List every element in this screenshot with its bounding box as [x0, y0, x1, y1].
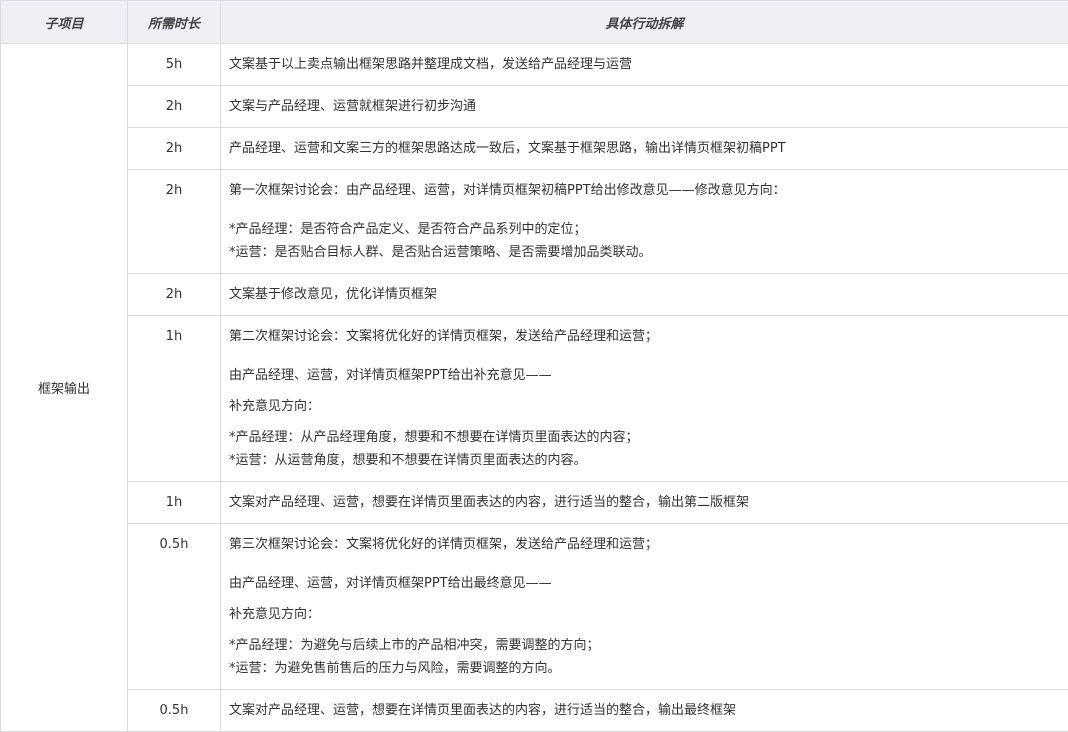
- action-cell: 产品经理、运营和文案三方的框架思路达成一致后，文案基于框架思路，输出详情页框架初…: [221, 128, 1068, 170]
- header-action: 具体行动拆解: [221, 1, 1068, 44]
- action-line: 由产品经理、运营，对详情页框架PPT给出补充意见——: [229, 360, 1068, 391]
- action-line: 第一次框架讨论会：由产品经理、运营，对详情页框架初稿PPT给出修改意见——修改意…: [229, 183, 1068, 199]
- table-row: 1h 文案对产品经理、运营，想要在详情页里面表达的内容，进行适当的整合，输出第二版…: [1, 482, 1068, 524]
- duration-cell: 2h: [128, 170, 221, 274]
- action-line: 补充意见方向：: [229, 391, 1068, 422]
- table-body: 框架输出5h 文案基于以上卖点输出框架思路并整理成文档，发送给产品经理与运营 2h 文…: [1, 44, 1068, 732]
- action-line: *产品经理：从产品经理角度，想要和不想要在详情页里面表达的内容；: [229, 422, 1068, 453]
- action-line: *运营：为避免售前售后的压力与风险，需要调整的方向。: [229, 661, 1068, 677]
- header-duration: 所需时长: [128, 1, 221, 44]
- table-row: 2h 文案基于修改意见，优化详情页框架: [1, 274, 1068, 316]
- action-cell: 文案基于以上卖点输出框架思路并整理成文档，发送给产品经理与运营: [221, 44, 1068, 86]
- table-row: 2h 文案与产品经理、运营就框架进行初步沟通: [1, 86, 1068, 128]
- action-cell: 文案基于修改意见，优化详情页框架: [221, 274, 1068, 316]
- action-line: *运营：是否贴合目标人群、是否贴合运营策略、是否需要增加品类联动。: [229, 245, 1068, 261]
- action-line: 补充意见方向：: [229, 599, 1068, 630]
- table-row: 2h 第一次框架讨论会：由产品经理、运营，对详情页框架初稿PPT给出修改意见——修…: [1, 170, 1068, 274]
- action-cell: 第一次框架讨论会：由产品经理、运营，对详情页框架初稿PPT给出修改意见——修改意…: [221, 170, 1068, 274]
- action-line: 文案对产品经理、运营，想要在详情页里面表达的内容，进行适当的整合，输出最终框架: [229, 703, 1068, 719]
- action-cell: 文案对产品经理、运营，想要在详情页里面表达的内容，进行适当的整合，输出第二版框架: [221, 482, 1068, 524]
- action-line: *产品经理：是否符合产品定义、是否符合产品系列中的定位；: [229, 214, 1068, 245]
- action-line: *产品经理：为避免与后续上市的产品相冲突，需要调整的方向；: [229, 630, 1068, 661]
- table-row: 2h 产品经理、运营和文案三方的框架思路达成一致后，文案基于框架思路，输出详情页框…: [1, 128, 1068, 170]
- action-cell: 文案与产品经理、运营就框架进行初步沟通: [221, 86, 1068, 128]
- duration-cell: 0.5h: [128, 524, 221, 690]
- duration-cell: 2h: [128, 128, 221, 170]
- action-line: 文案基于修改意见，优化详情页框架: [229, 287, 1068, 303]
- action-cell: 文案对产品经理、运营，想要在详情页里面表达的内容，进行适当的整合，输出最终框架: [221, 690, 1068, 732]
- header-row: 子项目 所需时长 具体行动拆解: [1, 1, 1068, 44]
- table-row: 1h 第二次框架讨论会：文案将优化好的详情页框架，发送给产品经理和运营； 由产品经理…: [1, 316, 1068, 482]
- action-cell: 第三次框架讨论会：文案将优化好的详情页框架，发送给产品经理和运营； 由产品经理、运…: [221, 524, 1068, 690]
- action-line: 文案基于以上卖点输出框架思路并整理成文档，发送给产品经理与运营: [229, 57, 1068, 73]
- action-line: 第二次框架讨论会：文案将优化好的详情页框架，发送给产品经理和运营；: [229, 329, 1068, 345]
- duration-cell: 5h: [128, 44, 221, 86]
- action-line: 文案与产品经理、运营就框架进行初步沟通: [229, 99, 1068, 115]
- sub-item-cell: 框架输出: [1, 44, 128, 732]
- duration-cell: 2h: [128, 274, 221, 316]
- action-line: 由产品经理、运营，对详情页框架PPT给出最终意见——: [229, 568, 1068, 599]
- duration-cell: 1h: [128, 482, 221, 524]
- action-line: 文案对产品经理、运营，想要在详情页里面表达的内容，进行适当的整合，输出第二版框架: [229, 495, 1068, 511]
- table-row: 0.5h 文案对产品经理、运营，想要在详情页里面表达的内容，进行适当的整合，输出最…: [1, 690, 1068, 732]
- duration-cell: 0.5h: [128, 690, 221, 732]
- header-sub-item: 子项目: [1, 1, 128, 44]
- action-line: *运营：从运营角度，想要和不想要在详情页里面表达的内容。: [229, 453, 1068, 469]
- action-cell: 第二次框架讨论会：文案将优化好的详情页框架，发送给产品经理和运营； 由产品经理、运…: [221, 316, 1068, 482]
- table-row: 框架输出5h文案基于以上卖点输出框架思路并整理成文档，发送给产品经理与运营: [1, 44, 1068, 86]
- duration-cell: 1h: [128, 316, 221, 482]
- action-line: 产品经理、运营和文案三方的框架思路达成一致后，文案基于框架思路，输出详情页框架初…: [229, 141, 1068, 157]
- action-line: 第三次框架讨论会：文案将优化好的详情页框架，发送给产品经理和运营；: [229, 537, 1068, 553]
- action-breakdown-table: 子项目 所需时长 具体行动拆解 框架输出5h 文案基于以上卖点输出框架思路并整理成…: [0, 0, 1068, 732]
- table-row: 0.5h 第三次框架讨论会：文案将优化好的详情页框架，发送给产品经理和运营； 由产品…: [1, 524, 1068, 690]
- duration-cell: 2h: [128, 86, 221, 128]
